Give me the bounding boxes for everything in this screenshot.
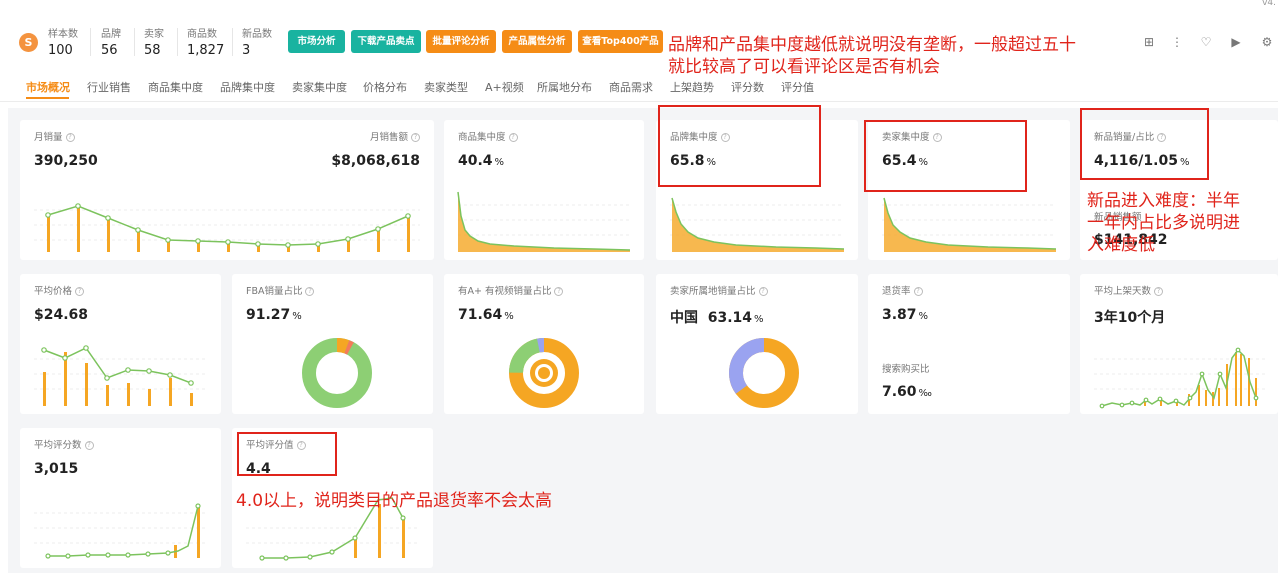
version-label: v4. (1262, 0, 1276, 8)
stat-label: 品牌 (101, 29, 121, 40)
highlight-box-seller (864, 120, 1027, 192)
top-bar: v4. S 样本数 100 品牌 56 卖家 58 商品数 1,827 新品数 … (0, 0, 1278, 70)
avg-price-chart (34, 345, 208, 406)
stat-label: 卖家 (144, 29, 164, 40)
annotation-line: 新品进入难度：半年 (1087, 191, 1240, 211)
tab-product-demand[interactable]: 商品需求 (609, 79, 653, 95)
divider (134, 28, 135, 56)
card-avg-price: 平均价格? $24.68 (20, 274, 221, 414)
card-avg-listing-days: 平均上架天数? 3年10个月 (1080, 274, 1278, 414)
tab-aplus-video[interactable]: A+视频 (485, 79, 524, 95)
stat-value: 3 (242, 43, 251, 58)
tab-brand-concentration[interactable]: 品牌集中度 (220, 79, 275, 95)
card-return-rate: 退货率? 3.87% 搜索购买比 7.60 ‰ (868, 274, 1070, 414)
market-analysis-button[interactable]: 市场分析 (288, 30, 345, 53)
highlight-box-new-product (1080, 108, 1209, 180)
highlight-box-rating (237, 432, 337, 476)
listing-trend-chart (1094, 347, 1266, 409)
attribute-analysis-button[interactable]: 产品属性分析 (502, 30, 572, 53)
card-title: 退货率? (882, 283, 923, 297)
product-concentration-chart (457, 191, 631, 252)
stat-seller: 卖家 58 (144, 25, 164, 58)
divider (90, 28, 91, 56)
stat-label: 样本数 (48, 29, 78, 40)
active-tab-indicator (26, 97, 69, 99)
stat-label: 商品数 (187, 29, 217, 40)
tab-industry-sales[interactable]: 行业销售 (87, 79, 131, 95)
card-aplus: 有A+ 有视频销量占比? 71.64% (444, 274, 644, 414)
stat-products: 商品数 1,827 (187, 25, 224, 58)
annotation-line: 就比较高了可以看评论区是否有机会 (668, 57, 940, 77)
tab-market-overview[interactable]: 市场概况 (26, 79, 70, 95)
settings-icon[interactable]: ⚙ (1258, 33, 1276, 51)
stat-value: 58 (144, 43, 161, 58)
tab-review-count[interactable]: 评分数 (731, 79, 764, 95)
stat-label: 新品数 (242, 29, 272, 40)
divider (177, 28, 178, 56)
annotation-line: 一年内占比多说明进 (1087, 213, 1240, 233)
card-value: 3.87% (882, 307, 929, 323)
grid-icon[interactable]: ⊞ (1140, 33, 1158, 51)
card-title-secondary: 搜索购买比 (882, 364, 930, 375)
card-fba: FBA销量占比? 91.27% (232, 274, 433, 414)
stat-value: 56 (101, 43, 118, 58)
heart-icon[interactable]: ♡ (1197, 33, 1215, 51)
card-product-concentration: 商品集中度? 40.4% (444, 120, 644, 260)
stat-brand: 品牌 56 (101, 25, 121, 58)
tab-rating-value[interactable]: 评分值 (781, 79, 814, 95)
annotation-line: 入难度低 (1087, 235, 1155, 255)
tab-seller-concentration[interactable]: 卖家集中度 (292, 79, 347, 95)
annotation-concentration: 品牌和产品集中度越低就说明没有垄断，一般超过五十 就比较高了可以看评论区是否有机… (668, 34, 1076, 78)
tab-listing-trend[interactable]: 上架趋势 (670, 79, 714, 95)
review-count-chart (34, 503, 208, 559)
batch-review-analysis-button[interactable]: 批量评论分析 (426, 30, 496, 53)
card-monthly-sales: 月销量? 390,250 月销售额? $8,068,618 (20, 120, 434, 260)
logo-icon: S (19, 33, 38, 52)
tab-price-distribution[interactable]: 价格分布 (363, 79, 407, 95)
card-value-secondary: 7.60 ‰ (882, 384, 932, 400)
card-avg-review-count: 平均评分数? 3,015 (20, 428, 221, 568)
tab-product-concentration[interactable]: 商品集中度 (148, 79, 203, 95)
stat-value: 100 (48, 43, 73, 58)
stat-sample: 样本数 100 (48, 25, 78, 58)
monthly-sales-chart (34, 203, 420, 252)
card-seller-location: 卖家所属地销量占比? 中国 63.14% (656, 274, 858, 414)
help-icon[interactable]: ? (913, 287, 923, 296)
stat-value: 1,827 (187, 43, 225, 58)
tab-bar: 市场概况 行业销售 商品集中度 品牌集中度 卖家集中度 价格分布 卖家类型 A+… (0, 70, 1278, 102)
more-icon[interactable]: ⋮ (1168, 33, 1186, 51)
highlight-box-brand (658, 105, 821, 187)
seller-location-donut-chart (729, 338, 799, 408)
annotation-new-product: 新品进入难度：半年 一年内占比多说明进 入难度低 (1087, 190, 1240, 256)
aplus-donut-chart (509, 338, 579, 408)
download-selling-points-button[interactable]: 下载产品卖点 (351, 30, 421, 53)
stat-new-products: 新品数 3 (242, 25, 272, 58)
tab-seller-type[interactable]: 卖家类型 (424, 79, 468, 95)
tab-location-distribution[interactable]: 所属地分布 (537, 79, 592, 95)
annotation-line: 品牌和产品集中度越低就说明没有垄断，一般超过五十 (668, 35, 1076, 55)
divider (232, 28, 233, 56)
play-icon[interactable]: ▶ (1227, 33, 1245, 51)
fba-donut-chart (302, 338, 372, 408)
top400-button[interactable]: 查看Top400产品 (578, 30, 663, 53)
annotation-rating: 4.0以上，说明类目的产品退货率不会太高 (236, 491, 553, 511)
